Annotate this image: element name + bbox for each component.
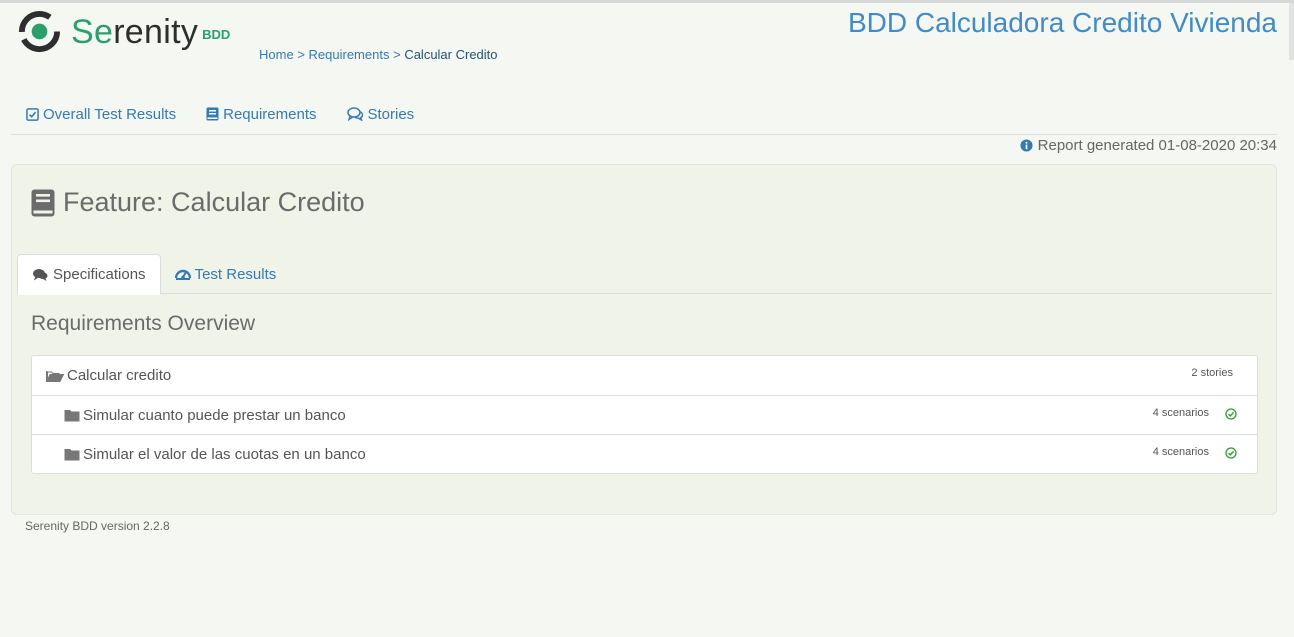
requirement-row: Simular el valor de las cuotas en un ban…: [32, 434, 1257, 473]
scenario-count: 4 scenarios: [1152, 407, 1209, 419]
logo-wordmark: Serenity: [71, 13, 199, 51]
dashboard-icon: [174, 267, 191, 281]
breadcrumb-current: Calcular Credito: [404, 47, 498, 62]
nav-label: Overall Test Results: [43, 105, 177, 123]
nav-label: Stories: [367, 105, 415, 123]
requirement-link[interactable]: Calcular credito: [32, 367, 171, 384]
check-square-icon: [26, 107, 39, 121]
main-nav: Overall Test Results Requirements Storie…: [11, 96, 1277, 135]
breadcrumb-home[interactable]: Home: [259, 47, 294, 62]
comments-icon: [32, 268, 49, 282]
breadcrumb-separator: >: [297, 47, 305, 62]
story-count: 2 stories: [1191, 367, 1233, 379]
report-generated: Report generated 01-08-2020 20:34: [1020, 137, 1277, 154]
scrollbar[interactable]: [1289, 3, 1294, 60]
comments-icon: [346, 107, 364, 121]
window-top-border: [0, 0, 1294, 3]
tab-label: Specifications: [53, 266, 146, 283]
report-generated-text: Report generated 01-08-2020 20:34: [1037, 137, 1277, 154]
requirements-table: Calcular credito 2 stories Simular cuant…: [31, 355, 1258, 474]
feature-tabs: Specifications Test Results: [17, 254, 1272, 295]
serenity-logo[interactable]: Serenity BDD: [16, 8, 230, 60]
requirements-overview-heading: Requirements Overview: [31, 312, 256, 335]
nav-overall-test-results[interactable]: Overall Test Results: [11, 96, 191, 132]
scenario-count: 4 scenarios: [1152, 446, 1209, 458]
nav-stories[interactable]: Stories: [332, 96, 430, 132]
check-circle-icon: [1225, 408, 1237, 420]
footer-version: Serenity BDD version 2.2.8: [25, 519, 170, 533]
requirement-label: Calcular credito: [67, 367, 172, 384]
breadcrumb-requirements[interactable]: Requirements: [309, 47, 390, 62]
requirement-row: Calcular credito 2 stories: [32, 356, 1257, 395]
info-circle-icon: [1020, 139, 1033, 152]
serenity-logo-icon: [16, 8, 63, 60]
tab-label: Test Results: [194, 265, 277, 283]
folder-icon: [64, 448, 80, 461]
feature-title-text: Feature: Calcular Credito: [63, 187, 365, 217]
nav-label: Requirements: [223, 105, 317, 123]
feature-panel: Feature: Calcular Credito Specifications…: [11, 164, 1277, 515]
nav-requirements[interactable]: Requirements: [191, 96, 331, 132]
breadcrumb-separator: >: [393, 47, 401, 62]
requirement-link[interactable]: Simular cuanto puede prestar un banco: [32, 407, 346, 424]
feature-title: Feature: Calcular Credito: [31, 187, 365, 218]
requirement-row: Simular cuanto puede prestar un banco 4 …: [32, 395, 1257, 434]
folder-icon: [64, 409, 80, 422]
requirement-link[interactable]: Simular el valor de las cuotas en un ban…: [32, 446, 366, 463]
tab-test-results[interactable]: Test Results: [161, 254, 291, 294]
book-icon: [206, 107, 219, 121]
breadcrumb: Home > Requirements > Calcular Credito: [259, 47, 498, 62]
project-title: BDD Calculadora Credito Vivienda: [847, 7, 1277, 38]
book-icon: [31, 189, 55, 217]
tab-specifications[interactable]: Specifications: [17, 254, 161, 295]
requirement-label: Simular el valor de las cuotas en un ban…: [83, 445, 366, 463]
requirement-label: Simular cuanto puede prestar un banco: [83, 406, 346, 424]
check-circle-icon: [1225, 447, 1237, 459]
logo-bdd-suffix: BDD: [202, 27, 231, 42]
folder-open-icon: [46, 369, 64, 383]
